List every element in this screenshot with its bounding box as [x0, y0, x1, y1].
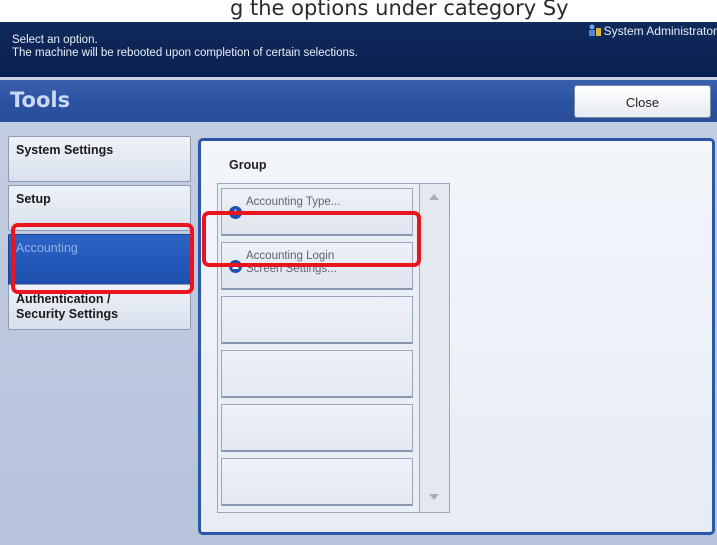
tab-label-line-2: Security Settings	[16, 307, 119, 321]
top-banner: g the options under category Sy	[0, 0, 717, 22]
scroll-down-icon[interactable]	[429, 494, 439, 500]
message-line-1: Select an option.	[12, 34, 98, 46]
message-header: Select an option. The machine will be re…	[0, 22, 717, 77]
logged-in-user[interactable]: System Administrator	[588, 24, 717, 40]
scroll-up-icon[interactable]	[429, 194, 439, 200]
list-item-empty	[221, 296, 413, 344]
tab-label: System Settings	[16, 143, 114, 157]
user-admin-icon	[588, 24, 602, 36]
highlight-box-accounting-type	[202, 211, 421, 267]
item-label: Accounting Type...	[246, 196, 341, 208]
user-name: System Administrator	[603, 24, 717, 38]
tools-content: System Settings Setup Accounting Authent…	[0, 122, 717, 545]
close-button[interactable]: Close	[574, 85, 711, 118]
highlight-box-accounting-tab	[11, 223, 194, 294]
device-screen: Select an option. The machine will be re…	[0, 22, 717, 545]
banner-text: g the options under category Sy	[230, 0, 569, 20]
message-line-2: The machine will be rebooted upon comple…	[12, 47, 358, 59]
list-item-empty	[221, 458, 413, 506]
tab-system-settings[interactable]: System Settings	[8, 136, 191, 182]
tab-label-line-1: Authentication /	[16, 292, 111, 306]
list-item-empty	[221, 404, 413, 452]
list-item-empty	[221, 350, 413, 398]
list-scrollbar[interactable]	[419, 184, 449, 512]
page-title: Tools	[10, 88, 71, 112]
tools-titlebar: Tools Close	[0, 80, 717, 122]
tab-label: Setup	[16, 192, 51, 206]
group-panel: Group Accounting Type... Accounting Logi…	[198, 138, 715, 535]
group-label: Group	[229, 158, 267, 172]
instruction-message: Select an option. The machine will be re…	[12, 34, 358, 60]
